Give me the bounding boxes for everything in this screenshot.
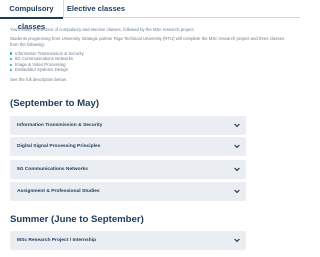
chevron-down-icon (234, 238, 240, 243)
intro-paragraph: You'll study a selection of compulsory a… (10, 27, 195, 32)
accordion-label: Information Transmission & Security (17, 123, 103, 128)
chevron-down-icon (234, 123, 240, 128)
accordion-information-transmission-security[interactable]: Information Transmission & Security (10, 116, 246, 135)
class-bullet-list: Information Transmission & Security 5G C… (10, 51, 292, 73)
accordion-label: MSc Research Project / Internship (17, 238, 97, 243)
tab-compulsory-classes[interactable]: Compulsory classes (0, 0, 64, 31)
tab-elective-classes[interactable]: Elective classes (66, 0, 126, 18)
chevron-down-icon (234, 189, 240, 194)
accordion-5g-communications-networks[interactable]: 5G Communications Networks (10, 160, 246, 179)
semester-heading-summer: Summer (June to September) (10, 214, 144, 225)
see-description-note: See the full description below. (10, 76, 67, 82)
semester-heading-sept-may: (September to May) (10, 98, 100, 109)
chevron-down-icon (234, 144, 240, 149)
accordion-label: 5G Communications Networks (17, 167, 88, 172)
accordion-digital-signal-processing[interactable]: Digital Signal Processing Principles (10, 137, 246, 156)
chevron-down-icon (234, 167, 240, 172)
accordion-msc-research-project[interactable]: MSc Research Project / Internship (10, 231, 246, 250)
accordion-label: Digital Signal Processing Principles (17, 144, 101, 149)
bullet-item: Embedded Systems Design (10, 67, 292, 73)
tab-bar: Compulsory classes Elective classes (0, 0, 300, 31)
accordion-label: Assignment & Professional Studies (17, 189, 100, 194)
accordion-assignment-professional-studies[interactable]: Assignment & Professional Studies (10, 182, 246, 201)
intro-paragraph-rtu: Students progressing from University str… (10, 35, 285, 47)
intro-text: You'll study a selection of compulsory a… (10, 27, 292, 86)
